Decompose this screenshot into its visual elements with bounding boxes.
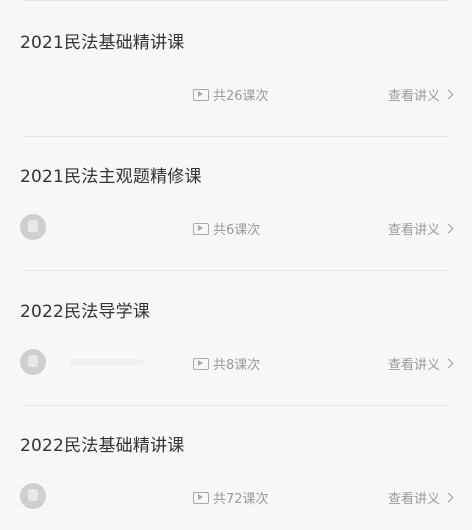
view-notes-label: 查看讲义 [387,358,440,373]
chevron-right-icon [443,89,454,100]
video-play-icon [193,357,209,370]
teacher-avatar [20,483,46,509]
chevron-right-icon [443,358,454,369]
course-item[interactable]: 2022民法基础精讲课 共72课次 查看讲义 [0,406,472,530]
view-notes-link[interactable]: 查看讲义 [387,85,454,104]
lesson-count: 共8课次 [193,354,260,373]
chevron-right-icon [443,492,454,503]
teacher-avatar [20,214,46,240]
video-play-icon [193,222,209,235]
teacher-name-placeholder [70,359,144,365]
course-title: 2021民法基础精讲课 [20,33,185,53]
video-play-icon [193,491,209,504]
course-item[interactable]: 2021民法主观题精修课 共6课次 查看讲义 [0,137,472,272]
lesson-count-label: 共26课次 [213,89,269,104]
view-notes-link[interactable]: 查看讲义 [387,354,454,373]
view-notes-link[interactable]: 查看讲义 [387,488,454,507]
lesson-count: 共6课次 [193,219,260,238]
view-notes-label: 查看讲义 [387,89,440,104]
lesson-count-label: 共6课次 [213,223,261,238]
divider [22,270,450,271]
divider [22,0,450,1]
video-play-icon [193,88,209,101]
course-title: 2022民法导学课 [20,302,151,322]
view-notes-label: 查看讲义 [387,223,440,238]
teacher-avatar [20,349,46,375]
course-title: 2022民法基础精讲课 [20,436,185,456]
view-notes-link[interactable]: 查看讲义 [387,219,454,238]
lesson-count: 共72课次 [193,488,269,507]
lesson-count-label: 共8课次 [213,358,261,373]
course-item[interactable]: 2021民法基础精讲课 共26课次 查看讲义 [0,3,472,138]
course-item[interactable]: 2022民法导学课 共8课次 查看讲义 [0,272,472,407]
course-list: 2021民法基础精讲课 共26课次 查看讲义 2021民法主观题精修课 共6课次… [0,0,472,530]
course-title: 2021民法主观题精修课 [20,167,202,187]
lesson-count: 共26课次 [193,85,269,104]
view-notes-label: 查看讲义 [387,492,440,507]
chevron-right-icon [443,223,454,234]
lesson-count-label: 共72课次 [213,492,269,507]
